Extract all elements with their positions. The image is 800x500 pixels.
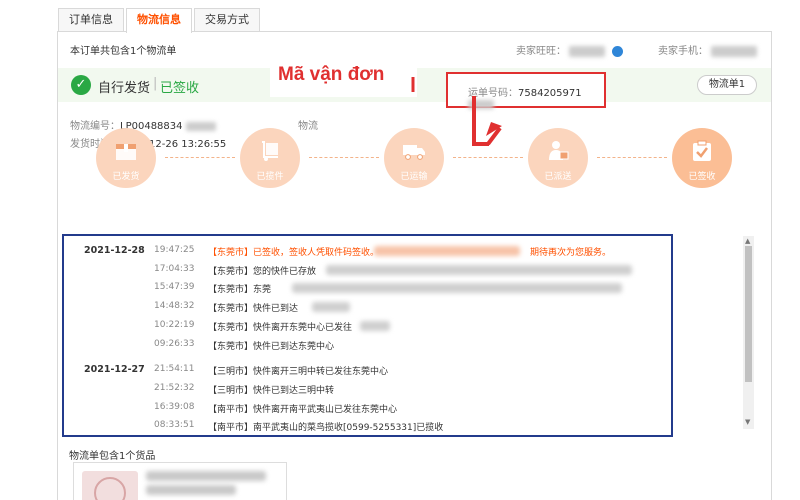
tracking-date: 2021-12-27 <box>84 364 145 375</box>
scrollbar-thumb[interactable] <box>745 246 752 382</box>
step-connector <box>309 157 379 158</box>
tracking-row: 16:39:08 【南平市】快件离开南平武夷山已发往东莞中心 <box>64 402 664 418</box>
logistics-summary: 本订单共包含1个物流单 <box>70 46 177 57</box>
shipping-state: 已签收 <box>160 81 200 96</box>
logistics-order-button[interactable]: 物流单1 <box>697 75 757 95</box>
annotation-callout: Mã vận đơn <box>270 55 417 97</box>
check-icon: ✓ <box>71 75 91 95</box>
tracking-time: 16:39:08 <box>154 402 195 412</box>
tracking-redacted <box>292 283 622 293</box>
waybill-number-redacted <box>468 99 494 109</box>
tracking-row: 17:04:33 【东莞市】您的快件已存放 <box>64 264 664 280</box>
tab-payment-method[interactable]: 交易方式 <box>194 8 260 32</box>
tracking-time: 15:47:39 <box>154 282 195 292</box>
tab-bar: 订单信息 物流信息 交易方式 <box>58 8 262 33</box>
tracking-tail: 期待再次为您服务。 <box>530 248 612 258</box>
tracking-desc: 【东莞市】东莞 <box>208 285 272 295</box>
shipping-mode: 自行发货 <box>98 81 151 96</box>
step-collected: 已揽件 <box>240 128 300 188</box>
product-spec-redacted <box>146 485 236 495</box>
tracking-row: 14:48:32 【东莞市】快件已到达 <box>64 301 664 317</box>
tracking-frame: 2021-12-28 19:47:25 【东莞市】已签收，签收人凭取件码签收。 … <box>62 234 673 437</box>
tracking-row: 15:47:39 【东莞市】东莞 <box>64 282 664 298</box>
tracking-row: 10:22:19 【东莞市】快件离开东莞中心已发往 <box>64 320 664 336</box>
annotation-text: Mã vận đơn <box>278 64 385 85</box>
waybill-highlight-frame: 运单号码：7584205971 <box>446 72 606 110</box>
tracking-time: 14:48:32 <box>154 301 195 311</box>
tab-order-info[interactable]: 订单信息 <box>58 8 124 32</box>
tracking-scrollbar[interactable]: ▲ ▼ <box>743 236 754 429</box>
tracking-date: 2021-12-28 <box>84 245 145 256</box>
goods-title: 物流单包含1个货品 <box>69 451 156 462</box>
tracking-row: 2021-12-27 21:54:11 【三明市】快件离开三明中转已发往东莞中心 <box>64 364 664 380</box>
seller-wangwang-label: 卖家旺旺： <box>516 46 566 57</box>
step-in-transit: 已运输 <box>384 128 444 188</box>
step-label: 已签收 <box>688 172 716 182</box>
tracking-redacted <box>312 302 350 312</box>
product-image-icon <box>94 477 126 500</box>
truck-icon <box>403 145 425 160</box>
tracking-desc: 【三明市】快件离开三明中转已发往东莞中心 <box>208 367 389 377</box>
tracking-redacted <box>374 246 520 256</box>
tracking-desc: 【东莞市】已签收，签收人凭取件码签收。 <box>208 248 380 258</box>
tracking-desc: 【南平市】快件离开南平武夷山已发往东莞中心 <box>208 405 398 415</box>
logistics-company-label: 物流 <box>298 121 318 132</box>
seller-phone-value-redacted <box>711 45 758 57</box>
tracking-time: 10:22:19 <box>154 320 195 330</box>
chat-icon[interactable] <box>612 45 624 57</box>
tracking-time: 21:52:32 <box>154 383 195 393</box>
step-shipped: 已发货 <box>96 128 156 188</box>
waybill-number: 运单号码：7584205971 <box>468 84 604 110</box>
tracking-desc: 【三明市】快件已到达三明中转 <box>208 386 335 396</box>
step-label: 已运输 <box>400 172 428 182</box>
tracking-time: 09:26:33 <box>154 339 195 349</box>
tracking-redacted <box>326 265 632 275</box>
product-thumbnail[interactable] <box>82 471 138 500</box>
tracking-row: 09:26:33 【东莞市】快件已到达东莞中心 <box>64 339 664 355</box>
tracking-desc: 【东莞市】快件已到达 <box>208 304 299 314</box>
box-icon <box>116 144 136 160</box>
tracking-row: 21:52:32 【三明市】快件已到达三明中转 <box>64 383 664 399</box>
waybill-number-label: 运单号码： <box>468 88 518 99</box>
tracking-time: 08:33:51 <box>154 420 195 430</box>
step-label: 已揽件 <box>256 172 284 182</box>
waybill-number-value: 7584205971 <box>518 88 582 99</box>
courier-icon <box>549 141 569 160</box>
tracking-row: 2021-12-28 19:47:25 【东莞市】已签收，签收人凭取件码签收。 … <box>64 245 664 261</box>
dolly-icon <box>262 141 278 161</box>
seller-phone: 卖家手机： <box>658 42 758 57</box>
step-connector <box>597 157 667 158</box>
tracking-redacted <box>360 321 390 331</box>
step-label: 已发货 <box>112 172 140 182</box>
goods-card[interactable] <box>73 462 287 500</box>
tracking-time: 17:04:33 <box>154 264 195 274</box>
seller-phone-label: 卖家手机： <box>658 46 708 57</box>
scroll-down-icon[interactable]: ▼ <box>745 418 750 426</box>
status-separator: | <box>153 76 158 91</box>
tracking-row: 08:33:51 【南平市】南平武夷山的菜鸟揽收[0599-5255331]已揽… <box>64 420 664 436</box>
tracking-time: 19:47:25 <box>154 245 195 255</box>
step-label: 已派送 <box>544 172 572 182</box>
tracking-desc: 【东莞市】快件已到达东莞中心 <box>208 342 335 352</box>
step-delivering: 已派送 <box>528 128 588 188</box>
logistics-company: 物流 <box>298 117 318 132</box>
tracking-desc: 【东莞市】您的快件已存放 <box>208 267 317 277</box>
tab-logistics-info[interactable]: 物流信息 <box>126 8 192 33</box>
tracking-desc: 【东莞市】快件离开东莞中心已发往 <box>208 323 353 333</box>
step-connector <box>165 157 235 158</box>
step-signed: 已签收 <box>672 128 732 188</box>
step-connector <box>453 157 523 158</box>
tracking-time: 21:54:11 <box>154 364 195 374</box>
product-name-redacted <box>146 471 266 481</box>
seller-wangwang-value-redacted <box>569 45 606 57</box>
scroll-up-icon[interactable]: ▲ <box>745 237 750 245</box>
logistics-number-redacted <box>185 121 216 131</box>
tracking-desc: 【南平市】南平武夷山的菜鸟揽收[0599-5255331]已揽收 <box>208 423 444 433</box>
signed-icon <box>693 140 711 161</box>
seller-wangwang: 卖家旺旺： <box>516 42 624 57</box>
